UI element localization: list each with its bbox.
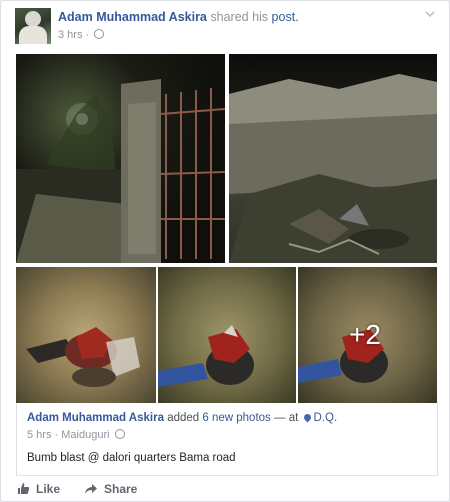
post-meta: 3 hrs · [58, 29, 105, 41]
shared-post-header: Adam Muhammad Askira added 6 new photos … [27, 412, 337, 424]
like-label: Like [36, 482, 61, 496]
photo-3-scene [26, 327, 140, 387]
share-button[interactable]: Share [84, 482, 137, 496]
at-text: — at [274, 412, 299, 424]
post-timestamp[interactable]: 3 hrs [58, 29, 82, 41]
shared-globe-icon [114, 429, 125, 439]
shared-place[interactable]: Maiduguri [61, 429, 109, 441]
photo-1[interactable] [16, 54, 225, 263]
meta-separator: · [85, 29, 90, 41]
action-divider [16, 475, 436, 476]
shared-post-info: Adam Muhammad Askira added 6 new photos … [16, 403, 438, 476]
shared-action-text: added [167, 412, 200, 424]
shared-separator: · [54, 429, 59, 441]
post-link[interactable]: post. [272, 10, 299, 24]
photo-4-scene [158, 325, 254, 387]
photo-1-scene [16, 79, 225, 263]
globe-icon[interactable] [94, 29, 105, 39]
share-label: Share [104, 482, 138, 496]
avatar-body [19, 26, 47, 44]
thumbs-up-icon [18, 483, 30, 494]
shared-post-meta: 5 hrs · Maiduguri [27, 429, 125, 441]
shared-author-link[interactable]: Adam Muhammad Askira [27, 412, 164, 424]
post-caption: Bumb blast @ dalori quarters Bama road [27, 452, 236, 464]
photo-4[interactable] [158, 267, 296, 403]
photo-2[interactable] [229, 54, 437, 263]
post-card: Adam Muhammad Askira shared his post. 3 … [0, 0, 450, 502]
post-header: Adam Muhammad Askira shared his post. [58, 10, 299, 24]
chevron-down-icon[interactable] [424, 9, 436, 19]
action-text: shared his [210, 10, 269, 24]
like-button[interactable]: Like [17, 482, 60, 496]
avatar[interactable] [15, 8, 51, 44]
avatar-head [25, 11, 41, 27]
photos-link[interactable]: 6 new photos [202, 412, 270, 424]
photo-2-scene [229, 74, 437, 263]
map-pin-icon [302, 412, 312, 423]
location-link[interactable]: D.Q. [314, 412, 338, 424]
photo-3[interactable] [16, 267, 156, 403]
more-photos-count[interactable]: +2 [349, 319, 381, 351]
author-name-link[interactable]: Adam Muhammad Askira [58, 10, 207, 24]
share-arrow-icon [85, 484, 97, 494]
shared-timestamp[interactable]: 5 hrs [27, 429, 51, 441]
